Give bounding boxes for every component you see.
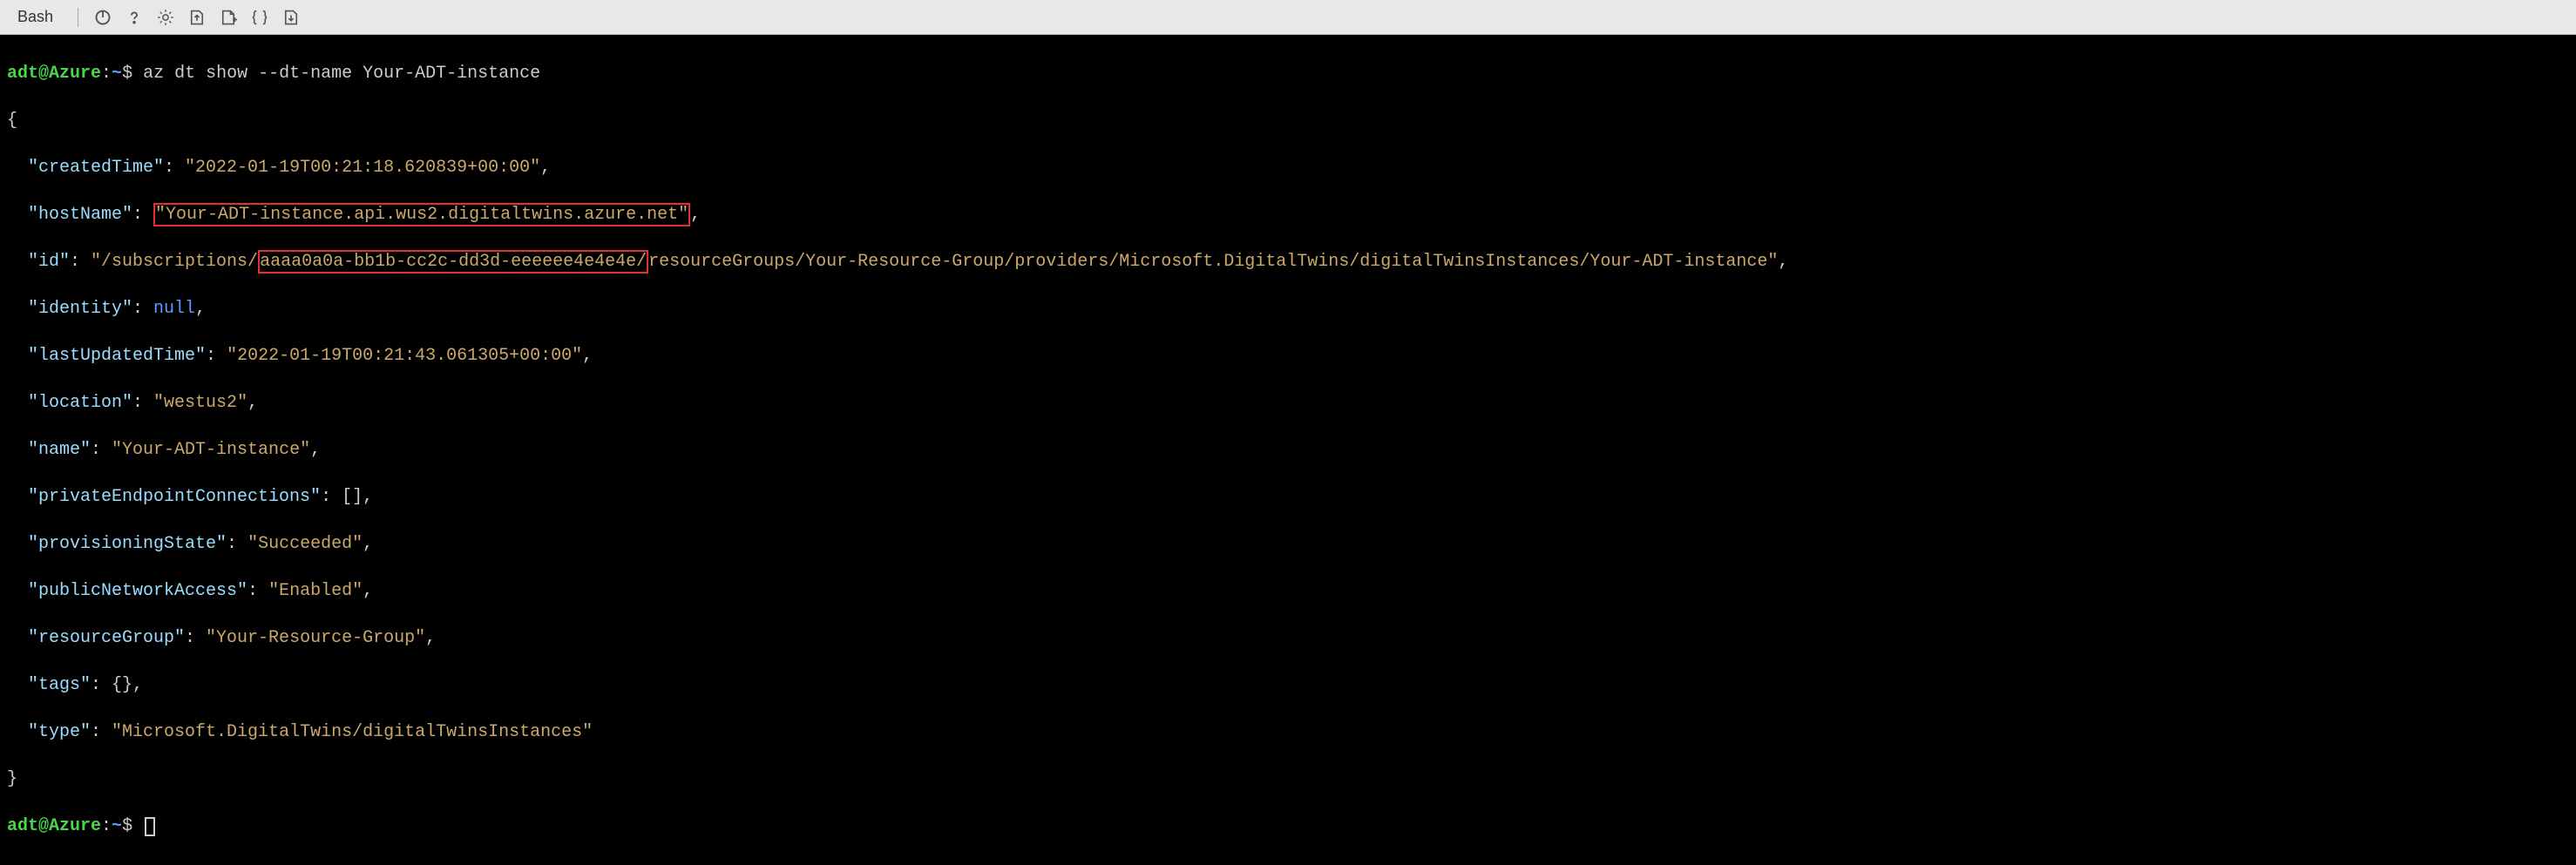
new-file-icon[interactable] <box>216 5 241 30</box>
prompt-user: adt@Azure <box>7 816 101 836</box>
terminal-toolbar: Bash <box>0 0 2576 35</box>
hostname-highlight: "Your-ADT-instance.api.wus2.digitaltwins… <box>153 203 690 226</box>
upload-file-icon[interactable] <box>185 5 209 30</box>
shell-dropdown[interactable]: Bash <box>10 4 65 30</box>
subscription-id-highlight: aaaa0a0a-bb1b-cc2c-dd3d-eeeeee4e4e4e/ <box>258 250 648 274</box>
terminal-output[interactable]: adt@Azure:~$ az dt show --dt-name Your-A… <box>0 35 2576 865</box>
command-text: az dt show --dt-name Your-ADT-instance <box>143 64 540 84</box>
shell-label: Bash <box>17 8 53 26</box>
prompt-path: ~ <box>112 816 122 836</box>
prompt-path: ~ <box>112 64 122 84</box>
power-icon[interactable] <box>91 5 115 30</box>
cursor <box>145 817 155 836</box>
help-icon[interactable] <box>122 5 146 30</box>
prompt-user: adt@Azure <box>7 64 101 84</box>
braces-icon[interactable] <box>247 5 272 30</box>
settings-icon[interactable] <box>153 5 178 30</box>
open-file-icon[interactable] <box>279 5 303 30</box>
